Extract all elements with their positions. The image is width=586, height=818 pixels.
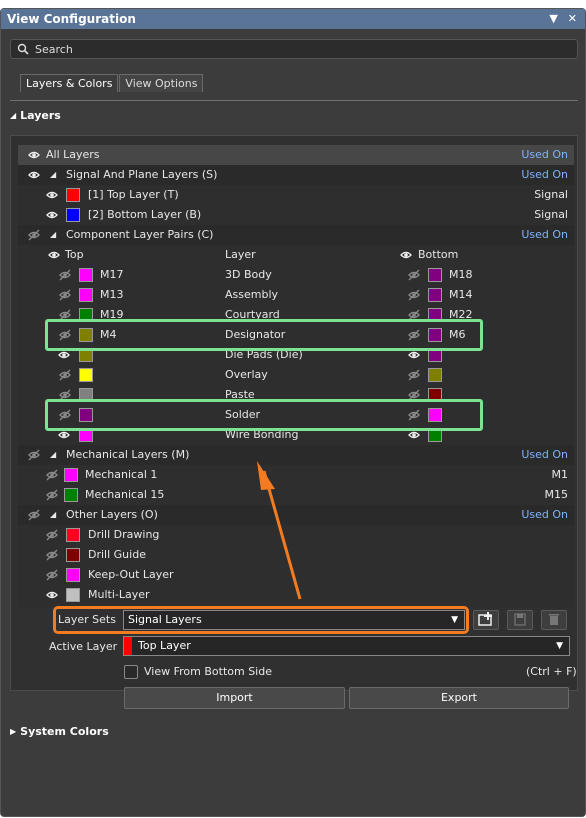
view-configuration-panel: View Configuration ▼ ✕ Layers & Colors V… (0, 8, 586, 817)
annotation-arrow (257, 461, 302, 600)
